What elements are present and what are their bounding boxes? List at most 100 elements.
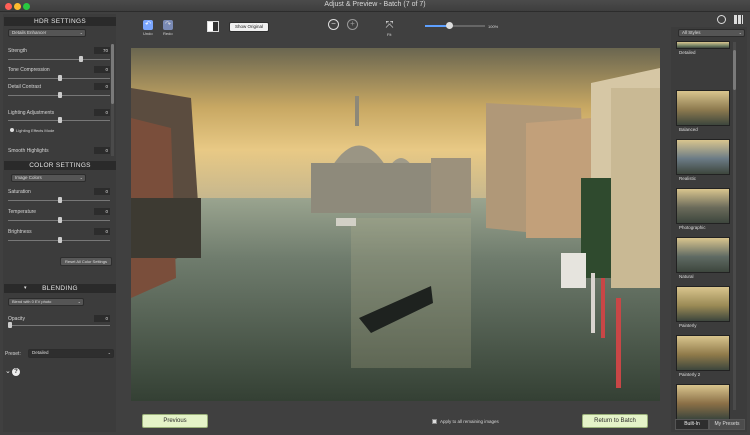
lighting-adjustments-slider[interactable]	[8, 117, 110, 123]
lighting-adjustments-label: Lighting Adjustments	[8, 110, 55, 116]
compare-icon[interactable]	[207, 21, 219, 32]
temperature-slider-thumb[interactable]	[58, 217, 62, 223]
preset-value: Detailed	[32, 350, 49, 355]
color-mode-value: Image Colors	[15, 175, 42, 180]
saturation-label: Saturation	[8, 189, 31, 195]
redo-label[interactable]: Redo	[163, 31, 173, 36]
tone-compression-slider-thumb[interactable]	[58, 75, 62, 81]
settings-scrollbar[interactable]	[111, 44, 114, 156]
style-thumbnail-label: Balanced	[679, 127, 698, 132]
style-thumbnail-image[interactable]	[676, 237, 730, 273]
saturation-slider[interactable]	[8, 197, 110, 203]
fit-label[interactable]: Fit	[387, 32, 391, 37]
window-title: Adjust & Preview - Batch (7 of 7)	[324, 1, 426, 8]
opacity-slider[interactable]	[8, 322, 110, 328]
style-thumbnail-image[interactable]	[676, 139, 730, 175]
style-thumbnail[interactable]: Painterly 2	[676, 335, 730, 377]
settings-scrollbar-thumb[interactable]	[111, 44, 114, 104]
preset-label: Preset:	[5, 351, 21, 357]
detail-contrast-slider[interactable]	[8, 92, 110, 98]
styles-filter-select[interactable]: All Styles ⌄	[678, 29, 745, 37]
opacity-value[interactable]: 0	[94, 315, 110, 322]
temperature-value[interactable]: 0	[94, 208, 110, 215]
style-thumbnail[interactable]: Realistic	[676, 139, 730, 181]
tab-built-in[interactable]: Built-In	[675, 419, 709, 430]
options-icon[interactable]: ⌄	[5, 367, 11, 375]
fit-icon[interactable]: ⤧	[384, 20, 395, 31]
style-thumbnail-image[interactable]	[676, 41, 730, 49]
app-window: Adjust & Preview - Batch (7 of 7) HDR SE…	[0, 0, 750, 435]
grid-view-icon[interactable]	[734, 15, 743, 24]
return-to-batch-button[interactable]: Return to Batch	[582, 414, 648, 428]
style-thumbnail-label: Detailed	[679, 50, 696, 55]
style-thumbnail-image[interactable]	[676, 286, 730, 322]
zoom-in-icon[interactable]: +	[347, 19, 358, 30]
undo-icon[interactable]: ↶	[143, 20, 153, 30]
help-icon[interactable]: ?	[12, 368, 20, 376]
style-thumbnail[interactable]: Painterly	[676, 286, 730, 328]
style-thumbnail-image[interactable]	[676, 335, 730, 371]
preview-image[interactable]	[131, 48, 660, 401]
detail-contrast-value[interactable]: 0	[94, 83, 110, 90]
style-thumbnail[interactable]: Balanced	[676, 90, 730, 132]
style-thumbnail-image[interactable]	[676, 90, 730, 126]
tone-compression-value[interactable]: 0	[94, 66, 110, 73]
reset-color-settings-button[interactable]: Reset All Color Settings	[60, 257, 112, 266]
brightness-value[interactable]: 0	[94, 228, 110, 235]
strength-slider[interactable]	[8, 56, 110, 62]
preset-select[interactable]: Detailed ⌄	[28, 349, 114, 358]
styles-filter-value: All Styles	[682, 30, 701, 35]
smooth-highlights-value[interactable]: 0	[94, 147, 110, 154]
zoom-out-icon[interactable]: −	[328, 19, 339, 30]
style-thumbnail[interactable]: Photographic	[676, 188, 730, 230]
blend-mode-select[interactable]: Blend with 0 EV photo ⌄	[8, 298, 84, 306]
zoom-slider[interactable]	[425, 22, 485, 29]
style-thumbnail-label: Painterly	[679, 323, 697, 328]
style-thumbnail-label: Natural	[679, 274, 694, 279]
settings-panel: HDR SETTINGS Details Enhancer ⌄ Strength …	[3, 14, 116, 432]
blend-mode-value: Blend with 0 EV photo	[12, 299, 52, 304]
tone-compression-slider[interactable]	[8, 75, 110, 81]
lighting-adjustments-slider-thumb[interactable]	[58, 117, 62, 123]
lighting-mode-label: Lighting Effects Mode	[16, 128, 55, 133]
apply-all-checkbox[interactable]	[432, 419, 437, 424]
settings-gear-icon[interactable]	[717, 15, 726, 24]
style-thumbnail[interactable]: Natural	[676, 237, 730, 279]
tone-compression-label: Tone Compression	[8, 67, 50, 73]
undo-label[interactable]: Undo	[143, 31, 153, 36]
zoom-value: 100%	[488, 24, 499, 29]
styles-scrollbar-thumb[interactable]	[733, 50, 736, 90]
apply-all-label: Apply to all remaining images	[440, 419, 499, 424]
style-thumbnail[interactable]: Detailed	[676, 41, 730, 55]
brightness-slider-thumb[interactable]	[58, 237, 62, 243]
strength-label: Strength	[8, 48, 27, 54]
chevron-down-icon: ⌄	[107, 350, 111, 355]
lighting-adjustments-value[interactable]: 0	[94, 109, 110, 116]
temperature-label: Temperature	[8, 209, 37, 215]
styles-scrollbar[interactable]	[733, 42, 736, 410]
style-thumbnail-label: Photographic	[679, 225, 706, 230]
temperature-slider[interactable]	[8, 217, 110, 223]
redo-icon[interactable]: ↷	[163, 20, 173, 30]
style-thumbnail-image[interactable]	[676, 384, 730, 420]
style-thumbnail-image[interactable]	[676, 188, 730, 224]
lighting-mode-radio[interactable]	[10, 128, 14, 132]
blending-header[interactable]: ▾ BLENDING	[4, 284, 116, 293]
show-original-button[interactable]: Show Original	[229, 22, 269, 32]
zoom-slider-thumb[interactable]	[446, 22, 453, 29]
hdr-settings-header[interactable]: HDR SETTINGS	[4, 17, 116, 26]
hdr-preset-select[interactable]: Details Enhancer ⌄	[8, 29, 86, 37]
strength-value[interactable]: 70	[94, 47, 110, 54]
chevron-down-icon: ⌄	[738, 30, 742, 35]
tab-my-presets[interactable]: My Presets	[709, 419, 745, 430]
opacity-slider-thumb[interactable]	[8, 322, 12, 328]
previous-button[interactable]: Previous	[142, 414, 208, 428]
strength-slider-thumb[interactable]	[79, 56, 83, 62]
style-thumbnail-label: Painterly 2	[679, 372, 701, 377]
saturation-value[interactable]: 0	[94, 188, 110, 195]
detail-contrast-slider-thumb[interactable]	[58, 92, 62, 98]
color-mode-select[interactable]: Image Colors ⌄	[11, 174, 86, 182]
saturation-slider-thumb[interactable]	[58, 197, 62, 203]
brightness-slider[interactable]	[8, 237, 110, 243]
color-settings-header[interactable]: COLOR SETTINGS	[4, 161, 116, 170]
